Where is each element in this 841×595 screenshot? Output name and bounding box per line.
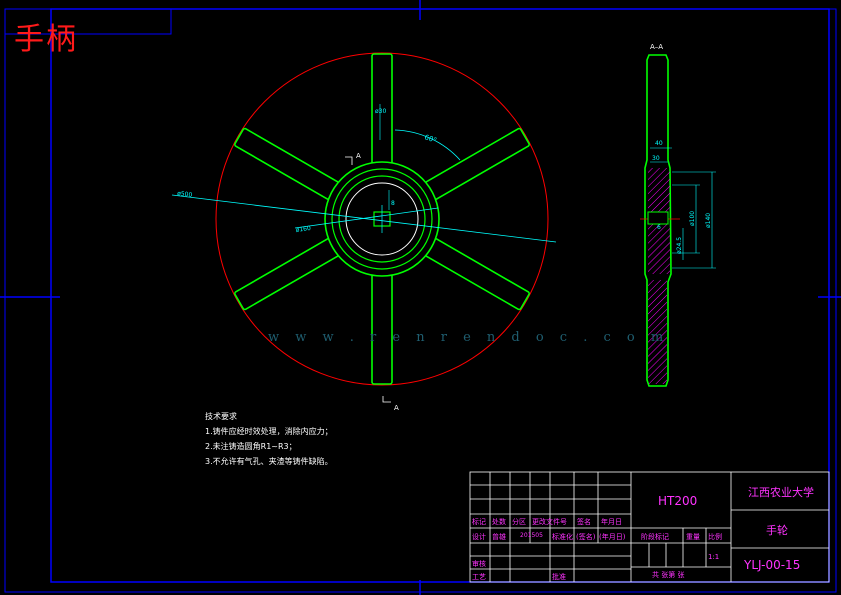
inner-frame	[50, 8, 830, 583]
tb-header: 分区	[512, 518, 526, 526]
dim-text-500: ø500	[177, 190, 193, 199]
notes-item: 3.不允许有气孔、夹渣等铸件缺陷。	[205, 457, 333, 466]
tb-scale: 1:1	[708, 553, 720, 561]
dim-text-bore: ø30	[375, 108, 386, 115]
sec-text-40: 40	[655, 140, 663, 147]
tb-material: HT200	[658, 494, 698, 508]
dim-text-angle: 60°	[423, 133, 437, 144]
spoke	[424, 237, 530, 311]
tb-scale-label: 比例	[708, 533, 722, 541]
spoke	[371, 273, 393, 385]
tb-header: 处数	[492, 518, 506, 526]
tb-process: 工艺	[472, 573, 486, 581]
outer-border	[4, 8, 837, 593]
cut-label-top: A	[356, 152, 361, 160]
sec-text-6: 6	[657, 224, 661, 231]
notes-item: 2.未注铸造圆角R1~R3；	[205, 442, 297, 451]
tb-header: 年月日	[601, 518, 622, 526]
technical-notes: 技术要求 1.铸件应经时效处理，消除内应力； 2.未注铸造圆角R1~R3； 3.…	[205, 409, 333, 469]
section-label: A–A	[650, 43, 663, 51]
tb-weight-label: 重量	[686, 533, 700, 541]
dim-text-key: 8	[391, 200, 395, 207]
dim-text-160: ø160	[295, 225, 311, 234]
tb-part-name: 手轮	[766, 524, 788, 537]
spoke	[234, 237, 340, 311]
section-hatch-hub-top	[648, 168, 670, 212]
sec-text-140: ø140	[705, 213, 712, 228]
section-hatch-hub-bottom	[648, 224, 670, 274]
tb-sheet: 共 张第 张	[652, 571, 685, 579]
notes-heading: 技术要求	[205, 412, 237, 421]
spoke	[424, 127, 530, 201]
tb-ymd: (年月日)	[599, 533, 626, 541]
cut-label-bottom: A	[394, 404, 399, 412]
drawing-title: 手柄	[14, 22, 78, 57]
tb-stage-label: 阶段标记	[641, 533, 669, 541]
tb-standard: 标准化	[552, 533, 573, 541]
tb-school: 江西农业大学	[748, 486, 814, 499]
watermark: w w w . r e n r e n d o c . c o m	[268, 330, 670, 345]
tb-drawing-no: YLJ-00-15	[744, 558, 801, 572]
tb-review: 审核	[472, 560, 486, 568]
tb-designer: 曾雄	[492, 533, 506, 541]
spoke	[234, 127, 340, 201]
drawing-sheet: A A ø30 60° ø500 ø160 8 A–A 40 30 ø140 ø…	[0, 0, 841, 595]
tb-date: 201505	[520, 532, 543, 539]
notes-item: 1.铸件应经时效处理，消除内应力；	[205, 427, 333, 436]
tb-header: 标记	[472, 518, 486, 526]
tb-sign: (签名)	[576, 533, 596, 541]
tb-design: 设计	[472, 533, 486, 541]
cut-mark-top	[345, 156, 353, 165]
sec-text-24: ø24.5	[676, 237, 683, 254]
cut-mark-bottom	[382, 396, 391, 403]
tb-header: 签名	[577, 518, 591, 526]
sec-text-30: 30	[652, 155, 660, 162]
tb-approve: 批准	[552, 573, 566, 581]
sec-text-100: ø100	[689, 211, 696, 226]
front-view: A A ø30 60° ø500 ø160 8	[171, 52, 557, 412]
tb-header: 更改文件号	[532, 518, 567, 526]
section-bore	[647, 211, 669, 225]
